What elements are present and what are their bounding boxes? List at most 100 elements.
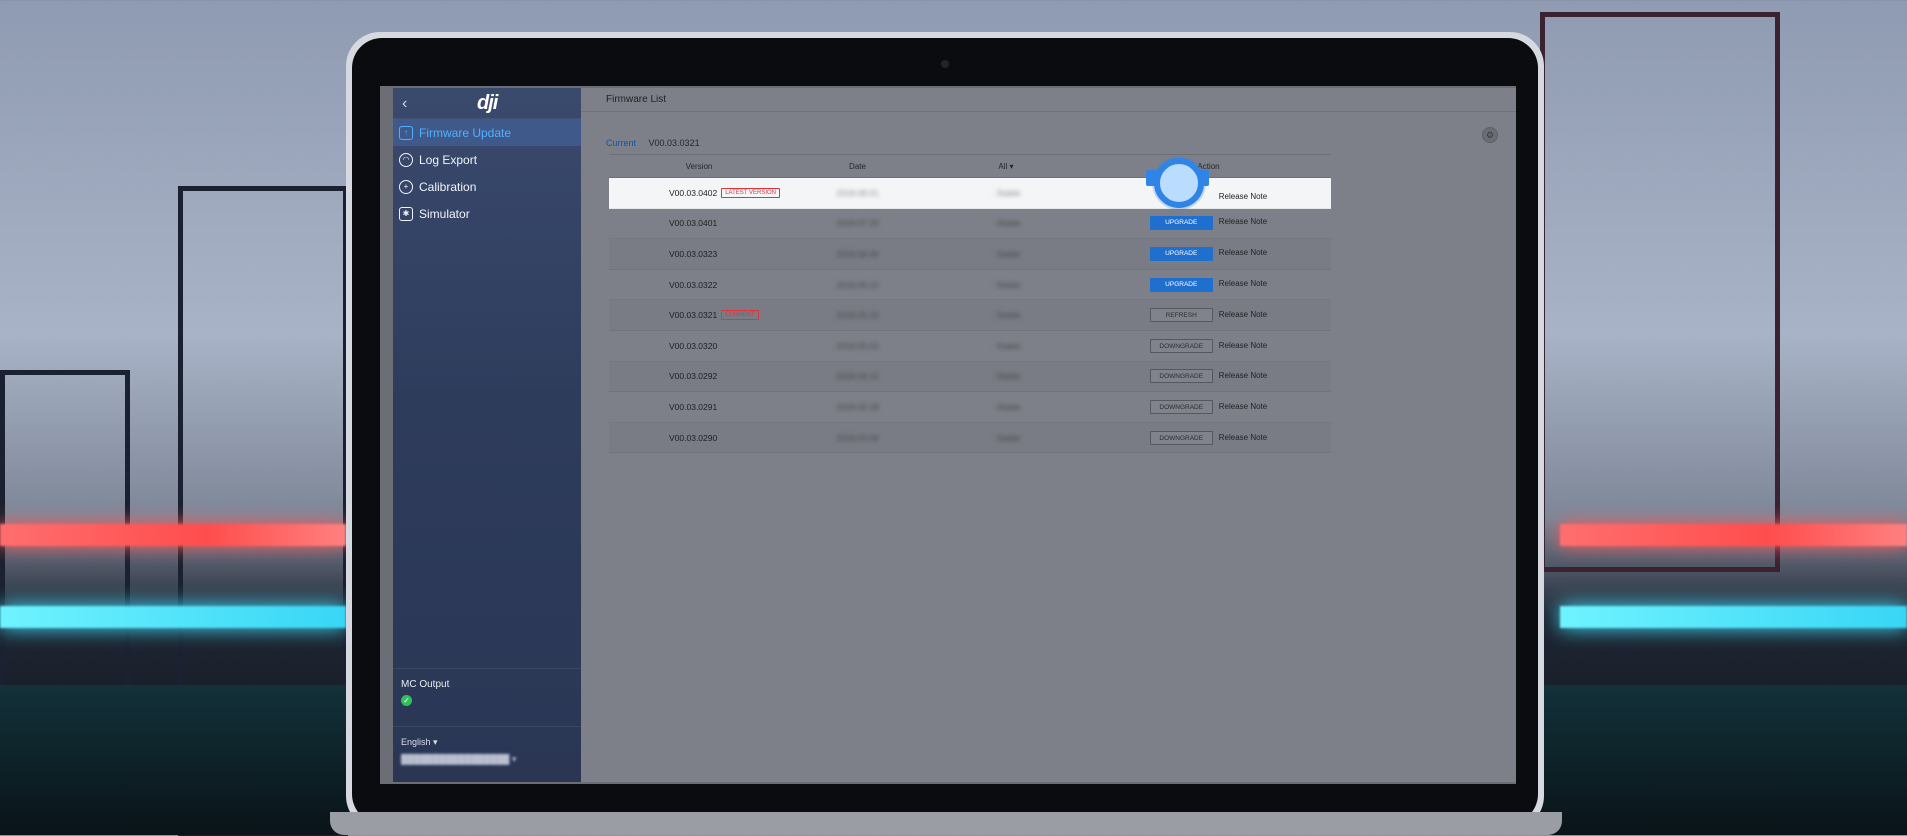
sidebar-item-label: Simulator: [419, 206, 470, 221]
laptop-base: [330, 812, 1562, 835]
version-text: V00.03.0320: [669, 340, 718, 351]
gauge-icon: ◠: [399, 152, 413, 167]
release-note-link[interactable]: Release Note: [1219, 341, 1267, 350]
release-note-link[interactable]: Release Note: [1219, 371, 1267, 380]
upgrade-button[interactable]: UPGRADE: [1149, 216, 1213, 231]
account-select[interactable]: █████████████████ ▾: [401, 754, 581, 765]
current-version: V00.03.0321: [648, 138, 700, 148]
language-label: English: [401, 737, 431, 747]
sidebar: ‹ dji ↑ Firmware Update ◠ Log Export + C…: [393, 88, 581, 782]
date-text: 2018.07.20: [836, 218, 879, 229]
date-text: 2018.03.09: [836, 432, 879, 443]
neon-strip: [1560, 606, 1907, 628]
status-text: · Stable: [991, 432, 1021, 443]
back-arrow-icon[interactable]: ‹: [402, 95, 407, 113]
table-row: V00.03.0402 LATEST VERSION 2018.08.01 · S…: [609, 178, 1331, 209]
sidebar-header: ‹ dji: [393, 88, 581, 119]
sidebar-item-firmware-update[interactable]: ↑ Firmware Update: [393, 119, 581, 146]
table-row: V00.03.0291 2018.03.28 · Stable DOWNGRAD…: [609, 392, 1331, 423]
chevron-down-icon: ▾: [1009, 161, 1014, 171]
dji-logo: dji: [477, 92, 498, 114]
version-text: V00.03.0322: [669, 279, 718, 290]
current-version-row: Current V00.03.0321: [606, 138, 700, 148]
firmware-table: Version Date All ▾ Action V00.03.0402 LAT…: [609, 154, 1331, 454]
status-text: · Stable: [991, 248, 1021, 259]
sidebar-item-simulator[interactable]: ✱ Simulator: [393, 200, 581, 227]
refresh-button[interactable]: REFRESH: [1149, 308, 1213, 323]
date-text: 2018.05.02: [836, 340, 879, 351]
touch-indicator-icon: [1154, 158, 1204, 208]
status-text: · Stable: [991, 310, 1021, 321]
table-header: Version Date All ▾ Action: [609, 154, 1331, 178]
release-note-link[interactable]: Release Note: [1219, 279, 1267, 288]
table-row: V00.03.0401 2018.07.20 · Stable UPGRADE R…: [609, 209, 1331, 240]
update-icon: ↑: [399, 125, 413, 140]
table-row: V00.03.0320 2018.05.02 · Stable DOWNGRAD…: [609, 331, 1331, 362]
status-text: · Stable: [991, 279, 1021, 290]
date-text: 2018.06.30: [836, 248, 879, 259]
footer-panel: English ▾ █████████████████ ▾: [393, 726, 581, 782]
camera-icon: [941, 60, 949, 68]
col-action-header: Action: [1197, 161, 1220, 171]
status-text: · Stable: [991, 218, 1021, 229]
version-text: V00.03.0321: [669, 310, 718, 321]
upgrade-button[interactable]: UPGRADE: [1149, 246, 1213, 261]
date-text: 2018.06.10: [836, 279, 879, 290]
filter-label: All: [998, 161, 1008, 171]
table-row: V00.03.0292 2018.04.12 · Stable DOWNGRAD…: [609, 361, 1331, 393]
status-text: · Stable: [991, 401, 1021, 412]
sidebar-item-label: Calibration: [419, 179, 477, 194]
release-note-link[interactable]: Release Note: [1219, 402, 1267, 411]
main-panel: Firmware List ⚙ Current V00.03.0321 Vers…: [581, 88, 1516, 782]
sidebar-item-calibration[interactable]: + Calibration: [393, 173, 581, 200]
check-icon: ✓: [401, 695, 412, 706]
release-note-link[interactable]: Release Note: [1219, 310, 1267, 319]
sidebar-item-label: Log Export: [419, 152, 478, 167]
target-icon: +: [399, 179, 413, 194]
page-title: Firmware List: [581, 88, 1516, 112]
neon-strip: [0, 606, 346, 628]
release-note-link[interactable]: Release Note: [1219, 433, 1267, 442]
release-note-link[interactable]: Release Note: [1219, 248, 1267, 257]
version-text: V00.03.0290: [669, 432, 718, 443]
backdrop-frame: [1540, 12, 1780, 572]
release-note-link[interactable]: Release Note: [1219, 217, 1267, 226]
version-text: V00.03.0402: [669, 187, 718, 198]
date-text: 2018.03.28: [836, 401, 879, 412]
date-text: 2018.04.12: [836, 371, 879, 382]
mc-output-label: MC Output: [401, 679, 450, 690]
neon-strip: [1560, 524, 1907, 546]
version-text: V00.03.0401: [669, 218, 718, 229]
release-note-link[interactable]: Release Note: [1219, 192, 1267, 201]
table-row: V00.03.0290 2018.03.09 · Stable DOWNGRAD…: [609, 422, 1331, 454]
downgrade-button[interactable]: DOWNGRADE: [1149, 430, 1213, 445]
mc-output-panel: MC Output ✓: [393, 668, 581, 726]
status-text: · Stable: [991, 371, 1021, 382]
col-version-header: Version: [685, 161, 713, 171]
downgrade-button[interactable]: DOWNGRADE: [1149, 369, 1213, 384]
language-select[interactable]: English ▾: [401, 737, 581, 748]
table-row: V00.03.0321 CURRENT 2018.05.15 · Stable R…: [609, 300, 1331, 331]
downgrade-button[interactable]: DOWNGRADE: [1149, 399, 1213, 414]
status-text: · Stable: [991, 340, 1021, 351]
date-text: 2018.05.15: [836, 310, 879, 321]
upgrade-button[interactable]: UPGRADE: [1149, 277, 1213, 292]
sidebar-item-log-export[interactable]: ◠ Log Export: [393, 146, 581, 173]
table-row: V00.03.0323 2018.06.30 · Stable UPGRADE R…: [609, 239, 1331, 270]
simulator-icon: ✱: [399, 206, 413, 221]
version-text: V00.03.0292: [669, 371, 718, 382]
chevron-down-icon: ▾: [511, 754, 517, 764]
app-screen: ‹ dji ↑ Firmware Update ◠ Log Export + C…: [380, 86, 1516, 784]
latest-version-badge: LATEST VERSION: [721, 187, 781, 198]
status-text: · Stable: [991, 187, 1021, 198]
downgrade-button[interactable]: DOWNGRADE: [1149, 338, 1213, 353]
chevron-down-icon: ▾: [433, 737, 438, 747]
filter-select[interactable]: All ▾: [926, 162, 1086, 171]
neon-strip: [0, 524, 346, 546]
current-label: Current: [606, 138, 637, 148]
table-row: V00.03.0322 2018.06.10 · Stable UPGRADE R…: [609, 270, 1331, 301]
version-text: V00.03.0291: [669, 401, 718, 412]
col-date-header: Date: [849, 161, 866, 171]
current-badge: CURRENT: [721, 310, 759, 321]
settings-icon[interactable]: ⚙: [1482, 127, 1498, 143]
